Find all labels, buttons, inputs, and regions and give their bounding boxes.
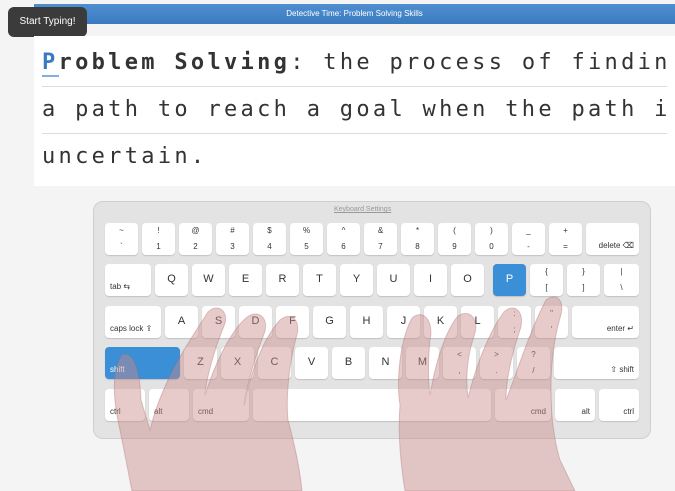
key-minus[interactable]: _ - [512,223,545,255]
key-l[interactable]: L [461,306,494,338]
key-x[interactable]: X [221,347,254,379]
key-caps-lock[interactable]: caps lock ⇪ [105,306,161,338]
key-2[interactable]: @2 [179,223,212,255]
key-j[interactable]: J [387,306,420,338]
key-r[interactable]: R [266,264,299,296]
key-equals[interactable]: + = [549,223,582,255]
key-delete[interactable]: delete ⌫ [586,223,639,255]
on-screen-keyboard: Keyboard Settings ~ ` ! 1 @2 #3 $4 % 5 ^ 6 &… [93,201,651,439]
text-line-2: a path to reach a goal when the path is [42,87,667,134]
key-h[interactable]: H [350,306,383,338]
key-6[interactable]: ^ 6 [327,223,360,255]
key-cmd-right[interactable]: cmd [495,389,551,421]
key-8[interactable]: * 8 [401,223,434,255]
key-semicolon[interactable]: :; [498,306,531,338]
key-t[interactable]: T [303,264,336,296]
key-f[interactable]: F [276,306,309,338]
key-ctrl-right[interactable]: ctrl [599,389,639,421]
key-9[interactable]: (9 [438,223,471,255]
key-shift-right[interactable]: ⇧ shift [554,347,639,379]
key-s[interactable]: S [202,306,235,338]
key-n[interactable]: N [369,347,402,379]
key-c[interactable]: C [258,347,291,379]
typing-text-panel: Problem Solving: the process of finding … [34,36,675,186]
key-i[interactable]: I [414,264,447,296]
key-slash[interactable]: ? / [517,347,550,379]
key-w[interactable]: W [192,264,225,296]
key-y[interactable]: Y [340,264,373,296]
current-character: P [42,50,59,77]
key-backtick[interactable]: ~ ` [105,223,138,255]
key-0[interactable]: ) 0 [475,223,508,255]
lesson-title-bar: Detective Time: Problem Solving Skills [34,4,675,24]
key-a[interactable]: A [165,306,198,338]
key-u[interactable]: U [377,264,410,296]
key-e[interactable]: E [229,264,262,296]
key-shift-left-highlighted[interactable]: shift [105,347,180,379]
key-enter[interactable]: enter ↵ [572,306,639,338]
key-g[interactable]: G [313,306,346,338]
key-3[interactable]: #3 [216,223,249,255]
key-space[interactable] [253,389,491,421]
key-p-highlighted[interactable]: P [493,264,526,296]
key-cmd-left[interactable]: cmd [193,389,249,421]
key-v[interactable]: V [295,347,328,379]
keyboard-settings-link[interactable]: Keyboard Settings [334,206,391,213]
key-7[interactable]: & 7 [364,223,397,255]
key-q[interactable]: Q [155,264,188,296]
key-o[interactable]: O [451,264,484,296]
key-m[interactable]: M [406,347,439,379]
key-open-bracket[interactable]: {[ [530,264,563,296]
key-1[interactable]: ! 1 [142,223,175,255]
key-4[interactable]: $4 [253,223,286,255]
key-close-bracket[interactable]: }] [567,264,600,296]
key-alt-left[interactable]: alt [149,389,189,421]
key-b[interactable]: B [332,347,365,379]
start-typing-tooltip: Start Typing! [8,7,87,44]
key-ctrl-left[interactable]: ctrl [105,389,145,421]
key-d[interactable]: D [239,306,272,338]
key-quote[interactable]: " ' [535,306,568,338]
key-k[interactable]: K [424,306,457,338]
tooltip-text: Start Typing! [19,16,76,27]
key-backslash[interactable]: | \ [604,264,639,296]
key-alt-right[interactable]: alt [555,389,595,421]
key-5[interactable]: % 5 [290,223,323,255]
text-line-1: Problem Solving: the process of finding [42,40,667,87]
term-text: roblem Solving [58,50,291,75]
key-z[interactable]: Z [184,347,217,379]
key-period[interactable]: >. [480,347,513,379]
text-line-3: uncertain. [42,144,208,169]
key-tab[interactable]: tab ⇆ [105,264,151,296]
lesson-title: Detective Time: Problem Solving Skills [286,9,423,18]
key-comma[interactable]: <, [443,347,476,379]
line-1-tail: : the process of finding [290,50,667,75]
